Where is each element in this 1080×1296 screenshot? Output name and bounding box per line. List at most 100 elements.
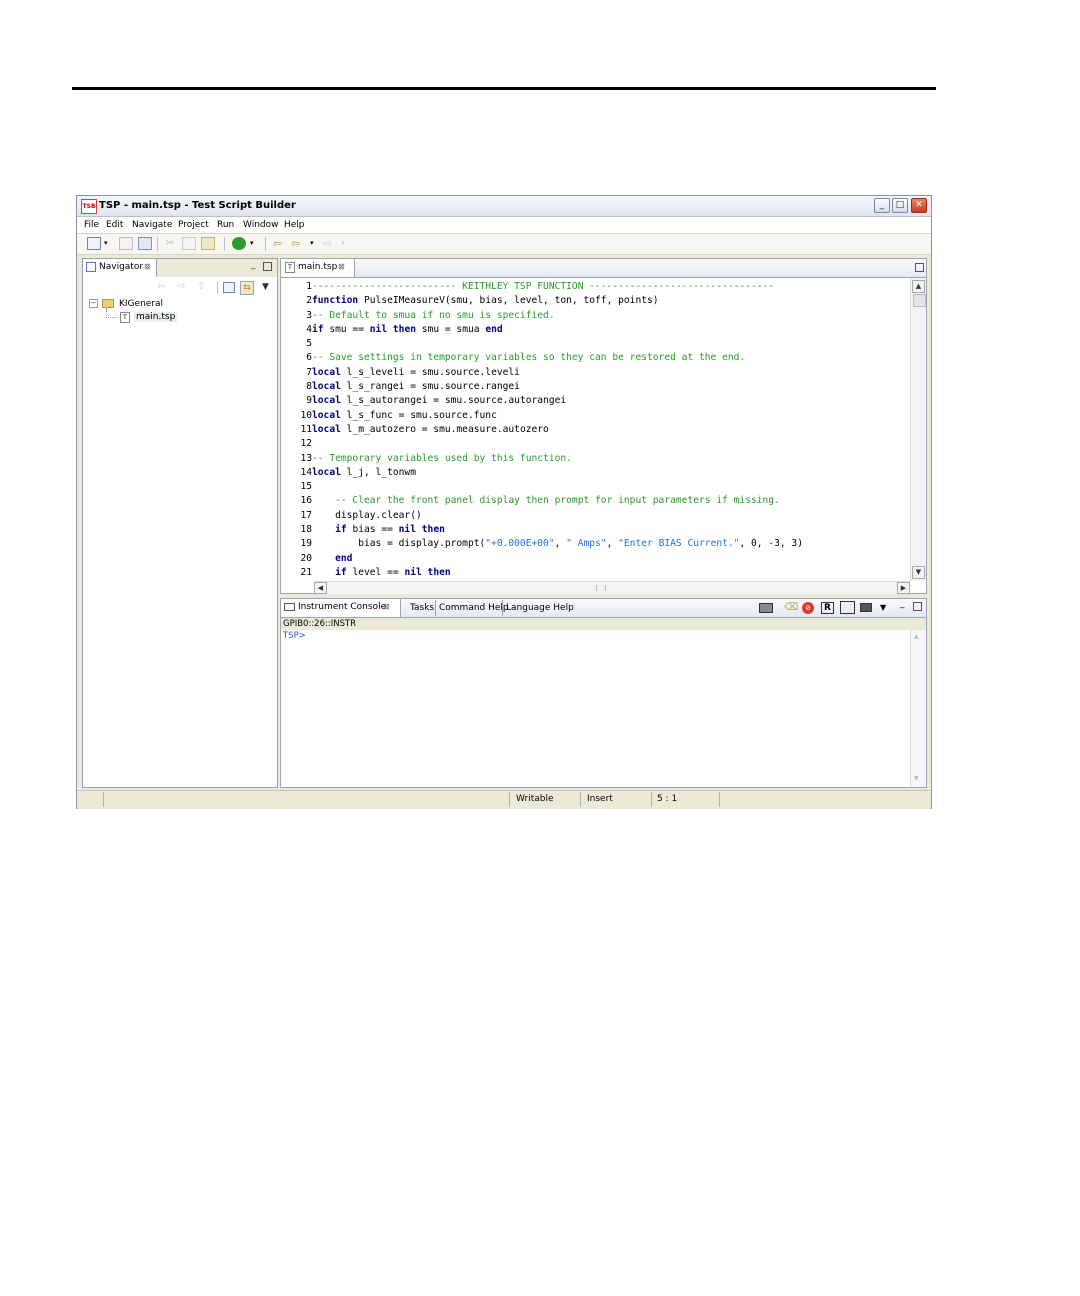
forward-arrow-icon[interactable]: ⇦ [291, 237, 305, 250]
back-arrow-icon[interactable]: ⇦ [273, 237, 287, 250]
code-line[interactable]: 10local l_s_func = smu.source.func [281, 409, 803, 423]
view-menu-chevron-icon[interactable]: ▼ [262, 282, 269, 292]
maximize-view-icon[interactable] [263, 262, 272, 271]
copy-icon[interactable] [182, 237, 196, 250]
code-line[interactable]: 8local l_s_rangei = smu.source.rangei [281, 380, 803, 394]
code-line[interactable]: 9local l_s_autorangei = smu.source.autor… [281, 394, 803, 408]
menu-project[interactable]: Project [178, 220, 209, 230]
tab-language-help[interactable]: Language Help [506, 603, 574, 613]
memory-icon[interactable] [860, 603, 872, 612]
abort-icon[interactable]: ⊘ [802, 602, 814, 614]
console-vertical-scrollbar[interactable]: ▲ ▼ [910, 630, 926, 787]
string-token: "+0.000E+00" [485, 538, 555, 550]
scroll-up-arrow-icon[interactable]: ▲ [914, 633, 919, 640]
line-number: 16 [300, 495, 312, 507]
code-line[interactable]: 1------------------------- KEITHLEY TSP … [281, 280, 803, 294]
history-dropdown-chevron-icon[interactable]: ▾ [310, 237, 317, 250]
keyword-token: end [485, 323, 503, 335]
code-line[interactable]: 12 [281, 437, 803, 451]
maximize-view-icon[interactable] [913, 602, 922, 611]
back-arrow-icon[interactable]: ⇦ [157, 281, 165, 292]
toolbar-separator [265, 237, 266, 251]
forward-arrow-icon[interactable]: ⇨ [177, 281, 185, 292]
tab-tasks[interactable]: Tasks [410, 603, 434, 613]
close-button[interactable]: ✕ [911, 198, 927, 213]
code-line[interactable]: 3-- Default to smua if no smu is specifi… [281, 309, 803, 323]
close-tab-icon[interactable]: ⊠ [144, 262, 151, 271]
up-arrow-icon[interactable]: ⇧ [197, 281, 205, 292]
line-number: 18 [300, 524, 312, 536]
code-line[interactable]: 17 display.clear() [281, 509, 803, 523]
keyword-token: then [427, 566, 451, 578]
code-line[interactable]: 4if smu == nil then smu = smua end [281, 323, 803, 337]
scroll-left-arrow-icon[interactable]: ◀ [314, 582, 327, 594]
tab-navigator[interactable]: Navigator ⊠ [83, 259, 157, 277]
code-line[interactable]: 13-- Temporary variables used by this fu… [281, 452, 803, 466]
code-line[interactable]: 18 if bias == nil then [281, 523, 803, 537]
code-line[interactable]: 20 end [281, 552, 803, 566]
view-menu-chevron-icon[interactable]: ▼ [880, 603, 886, 612]
code-editor[interactable]: 1------------------------- KEITHLEY TSP … [281, 278, 910, 581]
tree-item-main-tsp[interactable]: main.tsp [134, 312, 178, 322]
maximize-button[interactable]: □ [892, 198, 908, 213]
new-file-icon[interactable] [87, 237, 101, 250]
code-token: level == [346, 566, 405, 578]
navigator-pane: Navigator ⊠ _ ⇦ ⇨ ⇧ ⇆ ▼ − KIGeneral T ma… [82, 258, 278, 788]
print-icon[interactable] [138, 237, 152, 250]
minimize-view-icon[interactable]: _ [900, 599, 905, 609]
status-divider [580, 792, 581, 807]
code-line[interactable]: 16 -- Clear the front panel display then… [281, 494, 803, 508]
menu-edit[interactable]: Edit [106, 220, 123, 230]
code-line[interactable]: 21 if level == nil then [281, 566, 803, 580]
save-icon[interactable] [119, 237, 133, 250]
code-line[interactable]: 6-- Save settings in temporary variables… [281, 351, 803, 365]
code-line[interactable]: 5 [281, 337, 803, 351]
menu-run[interactable]: Run [217, 220, 234, 230]
instrument-icon[interactable] [840, 601, 855, 614]
tab-command-help[interactable]: Command Help [439, 603, 509, 613]
instrument-console-tab-label: Instrument Console [298, 602, 387, 612]
link-with-editor-icon[interactable]: ⇆ [240, 281, 254, 295]
scroll-down-arrow-icon[interactable]: ▼ [912, 566, 925, 579]
line-number: 3 [306, 309, 312, 321]
editor-vertical-scrollbar[interactable]: ▲ ▼ [910, 278, 926, 581]
menu-navigate[interactable]: Navigate [132, 220, 172, 230]
new-dropdown-chevron-icon[interactable]: ▾ [104, 237, 111, 250]
code-line[interactable]: 2function PulseIMeasureV(smu, bias, leve… [281, 294, 803, 308]
code-line[interactable]: 19 bias = display.prompt("+0.000E+00", "… [281, 537, 803, 551]
code-line[interactable]: 7local l_s_leveli = smu.source.leveli [281, 366, 803, 380]
tab-main-tsp[interactable]: T main.tsp ⊠ [281, 259, 355, 277]
editor-horizontal-scrollbar[interactable]: ◀ ▶ [314, 581, 910, 594]
run-icon[interactable] [232, 237, 246, 250]
tree-item-kigeneral[interactable]: KIGeneral [119, 299, 163, 309]
close-tab-icon[interactable]: ⊠ [383, 602, 390, 611]
next-arrow-icon[interactable]: ⇨ [323, 237, 337, 250]
code-line[interactable]: 14local l_j, l_tonwm [281, 466, 803, 480]
scroll-down-arrow-icon[interactable]: ▼ [914, 775, 919, 782]
scroll-up-arrow-icon[interactable]: ▲ [912, 280, 925, 293]
console-pane: Instrument Console ⊠ Tasks Command Help … [280, 598, 927, 788]
collapse-all-icon[interactable] [223, 282, 235, 293]
status-cursor-position: 5 : 1 [657, 794, 678, 804]
keyboard-icon[interactable] [759, 603, 773, 613]
next-dropdown-chevron-icon[interactable]: ▾ [341, 237, 348, 250]
run-dropdown-chevron-icon[interactable]: ▾ [250, 237, 257, 250]
reset-icon[interactable]: R [821, 602, 834, 614]
minimize-button[interactable]: _ [874, 198, 890, 213]
menu-help[interactable]: Help [284, 220, 305, 230]
code-line[interactable]: 11local l_m_autozero = smu.measure.autoz… [281, 423, 803, 437]
tree-collapse-icon[interactable]: − [89, 299, 98, 308]
clear-console-icon[interactable]: ⌫ [784, 602, 798, 613]
menu-file[interactable]: File [84, 220, 99, 230]
minimize-view-icon[interactable]: _ [251, 260, 256, 270]
code-line[interactable]: 15 [281, 480, 803, 494]
maximize-view-icon[interactable] [915, 263, 924, 272]
menu-window[interactable]: Window [243, 220, 279, 230]
paste-icon[interactable] [201, 237, 215, 250]
tab-instrument-console[interactable]: Instrument Console ⊠ [281, 599, 401, 617]
close-tab-icon[interactable]: ⊠ [338, 262, 345, 271]
cut-icon[interactable]: ✂ [163, 237, 177, 250]
scroll-thumb[interactable] [913, 294, 926, 307]
scroll-right-arrow-icon[interactable]: ▶ [897, 582, 910, 594]
console-output[interactable]: TSP> [281, 630, 910, 787]
